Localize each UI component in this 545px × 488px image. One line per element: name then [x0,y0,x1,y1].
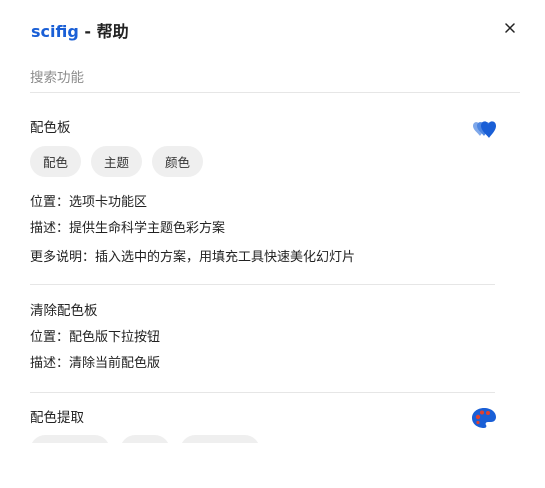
help-title: 帮助 [96,22,129,41]
tag-chip[interactable]: 配色 [30,146,82,177]
help-content[interactable]: 配色板 配色 主题 颜色 位置：选项卡功能区 描述：提供生命科学主题色彩方案 更… [0,100,545,443]
description-text: 描述：清除当前配色版 [30,356,161,371]
close-button[interactable] [502,20,518,36]
section-palette: 配色板 配色 主题 颜色 位置：选项卡功能区 描述：提供生命科学主题色彩方案 更… [30,100,496,285]
brand-name: scifig [31,22,79,41]
search-input[interactable] [30,64,520,93]
tag-list: 配色 主题 颜色 [30,146,204,177]
section-title: 配色提取 [30,410,84,426]
dialog-title: scifig - 帮助 [31,18,129,42]
section-clear-palette: 清除配色板 位置：配色版下拉按钮 描述：清除当前配色版 [30,285,495,393]
tag-chip[interactable] [180,435,260,443]
tag-chip[interactable] [30,435,110,443]
palette-hearts-icon [473,121,496,138]
section-title: 配色板 [30,120,71,136]
location-text: 位置：配色版下拉按钮 [30,330,161,345]
description-text: 描述：提供生命科学主题色彩方案 [30,221,226,236]
tag-chip[interactable]: 主题 [91,146,143,177]
close-icon [505,23,515,33]
more-info-text: 更多说明：插入选中的方案，用填充工具快速美化幻灯片 [30,250,356,265]
paint-palette-icon [472,408,496,428]
section-color-extract: 配色提取 [30,393,496,443]
tag-list [30,435,260,443]
location-text: 位置：选项卡功能区 [30,195,148,210]
section-title: 清除配色板 [30,303,98,319]
title-separator: - [78,22,97,41]
tag-chip[interactable] [120,435,170,443]
tag-chip[interactable]: 颜色 [152,146,204,177]
